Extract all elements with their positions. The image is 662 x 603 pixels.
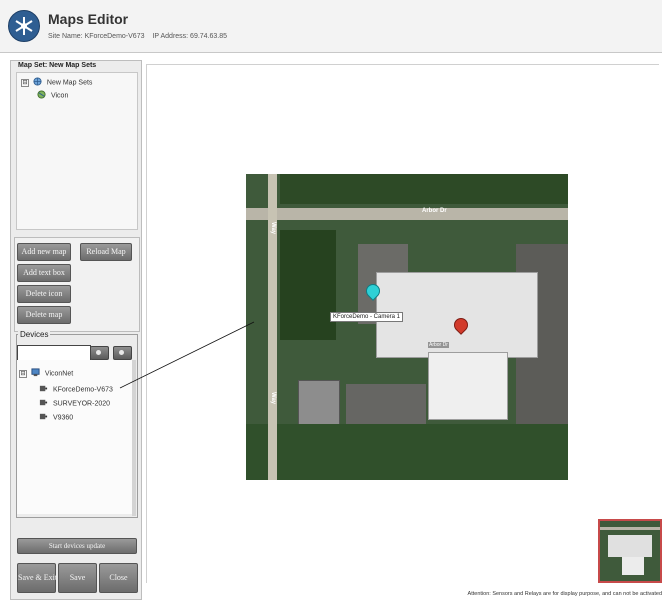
tree-item-new-map-sets[interactable]: ⊟ New Map Sets [21,77,92,88]
tree-item-label: New Map Sets [46,79,93,87]
search-devices-button[interactable] [90,346,109,360]
clear-search-button[interactable] [113,346,132,360]
device-icon [39,384,48,395]
ip-address: IP Address: 69.74.63.85 [152,33,228,40]
site-name: Site Name: KForceDemo-V673 [48,33,145,40]
device-tree[interactable]: ⊟ ViconNet KForceDemo-V673 SURVEYOR-2020… [17,360,133,514]
road-horizontal [600,527,660,530]
tree-item-device[interactable]: SURVEYOR-2020 [39,398,110,409]
map-set-title: Map Set: New Map Sets [18,62,97,69]
collapse-icon[interactable]: ⊟ [19,369,27,378]
tree-item-label: V9360 [52,414,74,422]
device-icon [39,412,48,423]
site-info: Site Name: KForceDemo-V673 IP Address: 6… [48,33,233,40]
street-label: Way [270,222,276,235]
tree-item-label: Vicon [50,92,69,100]
devices-label: Devices [18,330,51,339]
tree-item-label: ViconNet [44,370,74,378]
location-label: Arbor Dr [428,342,449,348]
delete-map-button[interactable]: Delete map [17,306,71,324]
street-label: Arbor Dr [422,208,447,214]
map-overview-thumbnail[interactable] [598,519,662,583]
camera-label: KForceDemo - Camera 1 [330,312,404,322]
tree-item-device[interactable]: V9360 [39,412,73,423]
add-new-map-button[interactable]: Add new map [17,243,71,261]
tree-item-label: KForceDemo-V673 [52,386,113,394]
app-logo-icon [8,10,40,42]
lawn [246,424,568,480]
tree-item-vicon[interactable]: Vicon [37,90,68,101]
network-icon [31,368,40,379]
start-devices-update-button[interactable]: Start devices update [17,538,137,554]
status-message: Attention: Sensors and Relays are for di… [467,591,662,597]
reload-map-button[interactable]: Reload Map [80,243,132,261]
globe-icon [33,77,42,88]
device-icon [39,398,48,409]
delete-icon-button[interactable]: Delete icon [17,285,71,303]
collapse-icon[interactable]: ⊟ [21,78,29,87]
device-tree-scrollbar[interactable] [132,360,136,516]
road-horizontal [246,208,568,220]
tree-item-viconnet[interactable]: ⊟ ViconNet [19,368,73,379]
save-exit-button[interactable]: Save & Exit [17,563,57,593]
tree-area [280,230,336,340]
tree-item-label: SURVEYOR-2020 [52,400,111,408]
app-title: Maps Editor [48,11,129,27]
close-button[interactable]: Close [99,563,138,593]
street-label: Way [270,392,276,405]
map-image[interactable] [246,174,568,480]
building-roof [622,557,644,575]
add-text-box-button[interactable]: Add text box [17,264,71,282]
building-roof [428,352,508,420]
road-vertical [268,424,277,480]
map-icon [37,90,46,101]
building-roof [608,535,652,557]
tree-item-device[interactable]: KForceDemo-V673 [39,384,113,395]
map-set-tree[interactable]: ⊟ New Map Sets Vicon [16,72,138,230]
title-bar: Maps Editor Site Name: KForceDemo-V673 I… [0,0,662,53]
save-button[interactable]: Save [58,563,97,593]
tree-area [280,174,568,204]
